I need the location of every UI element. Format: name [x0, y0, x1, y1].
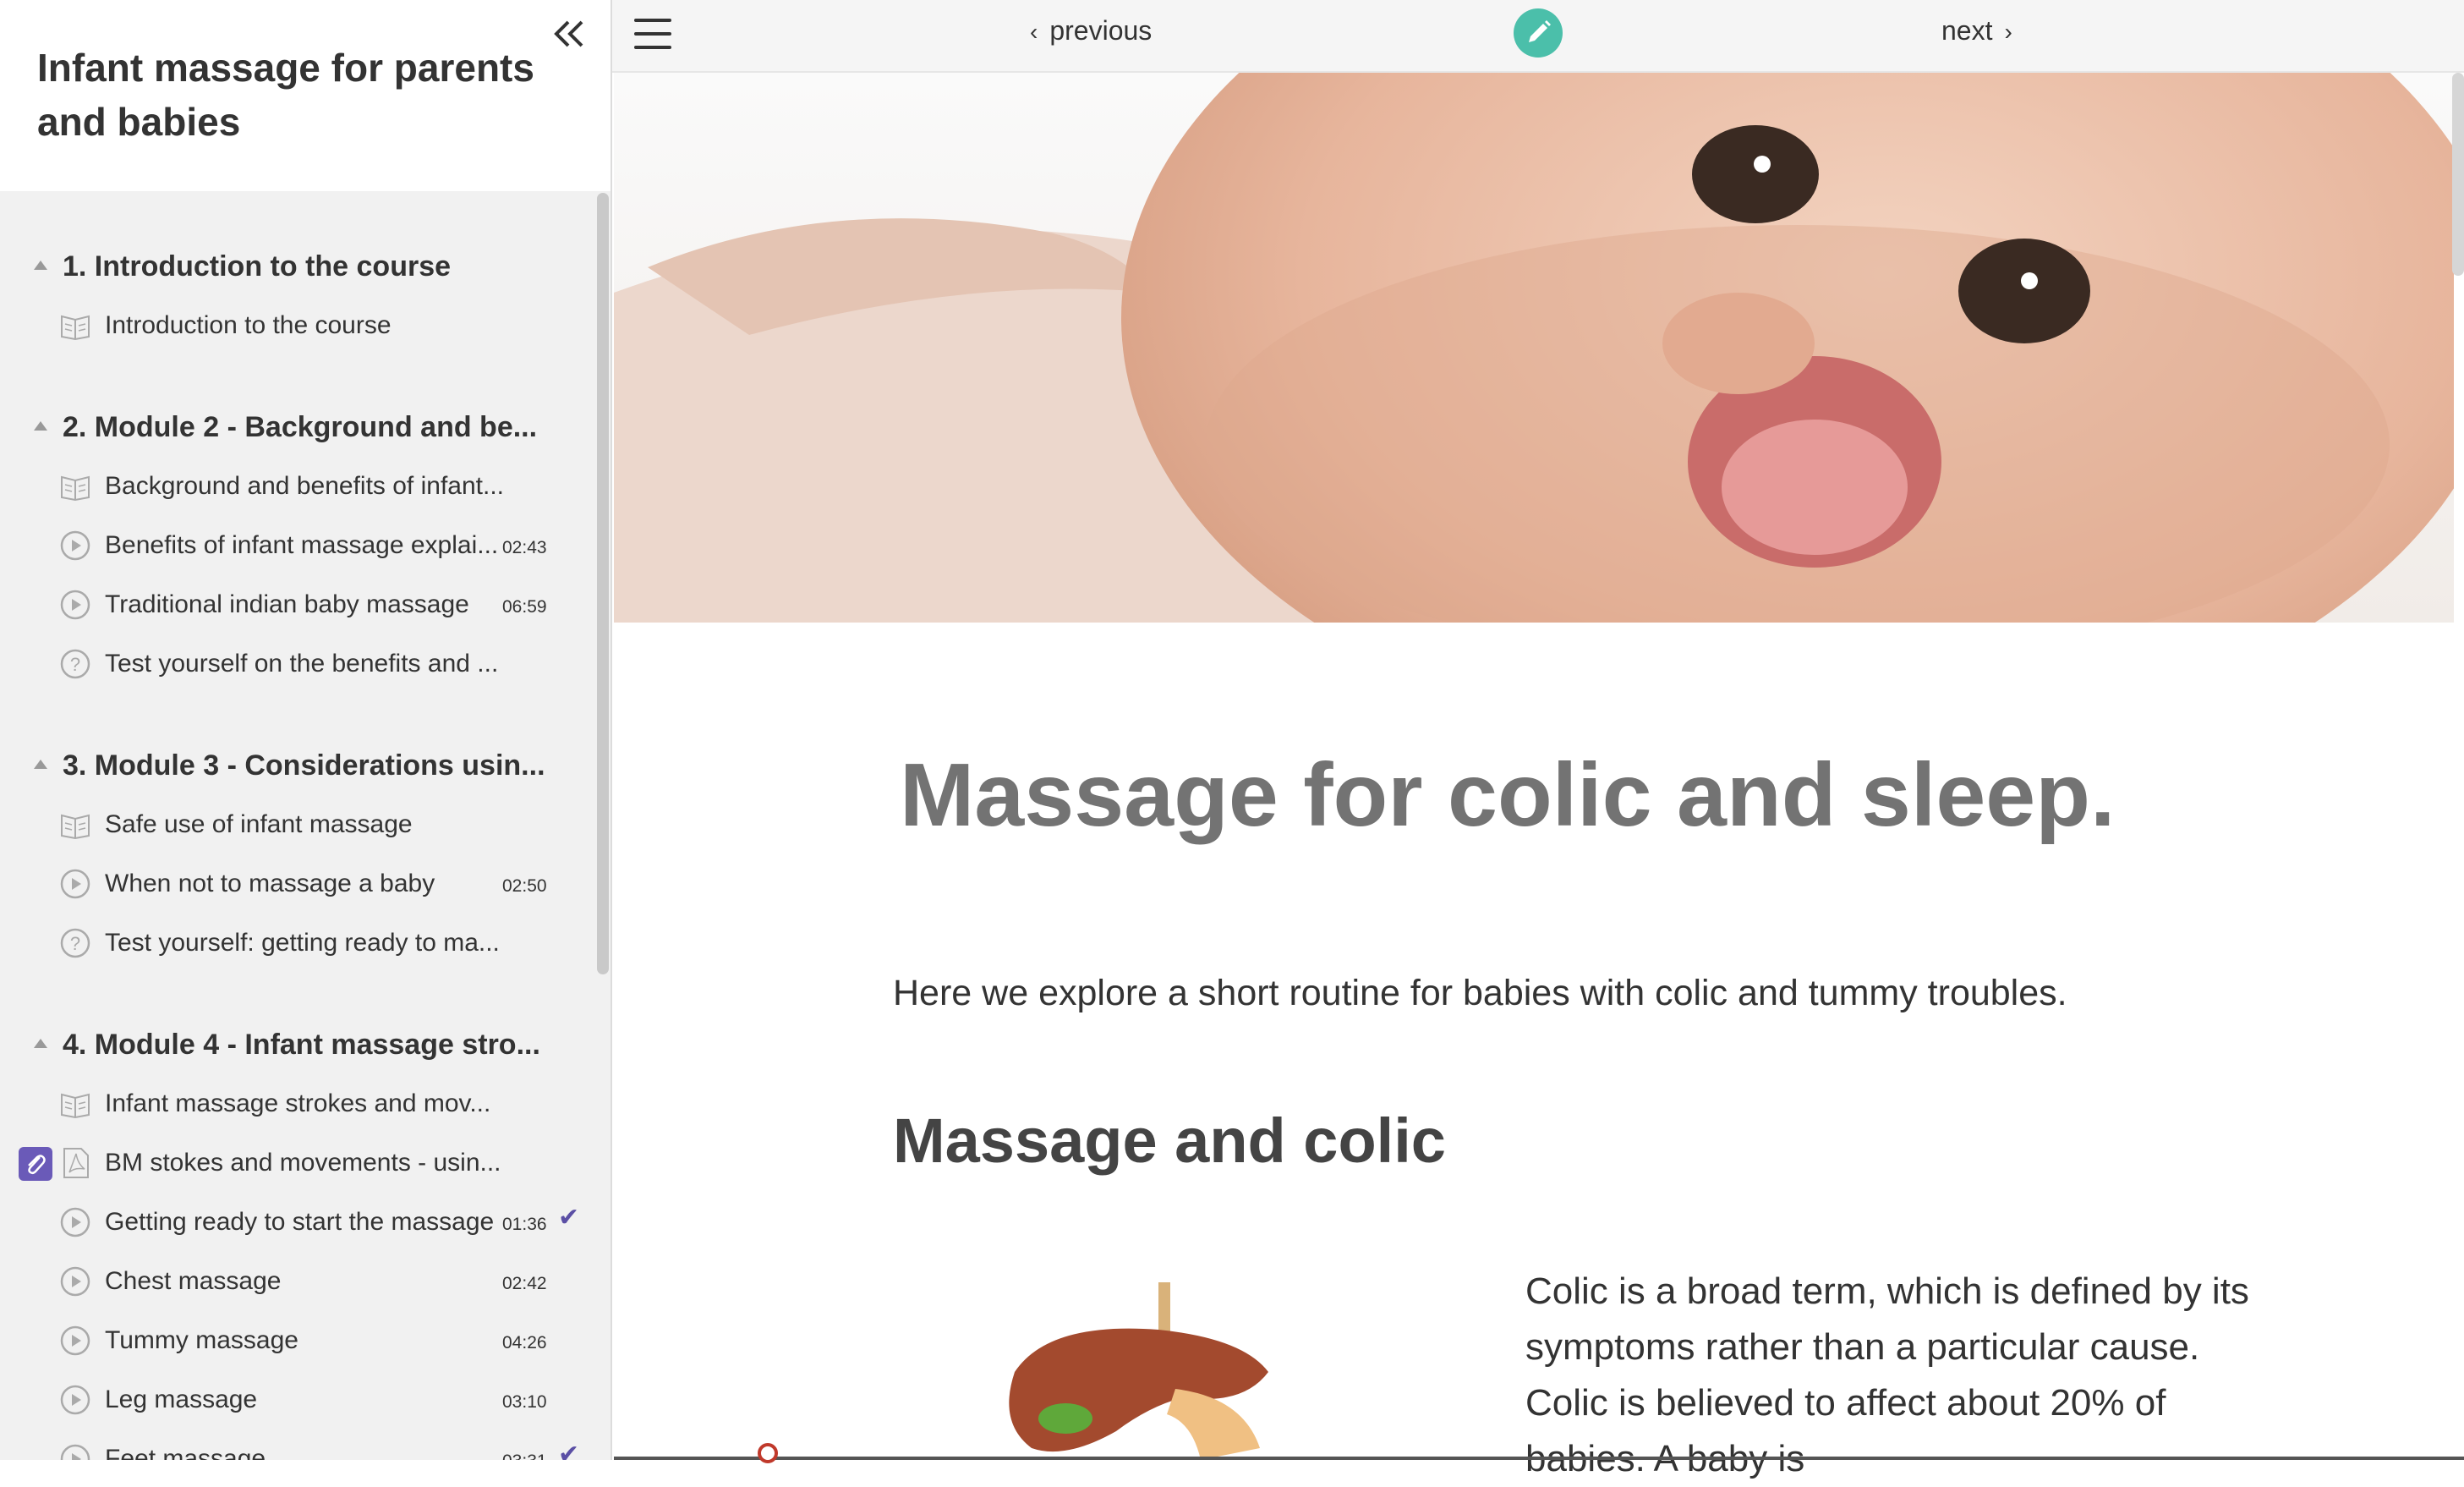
play-icon — [59, 589, 91, 621]
lesson-duration: 06:59 — [502, 597, 547, 617]
collapse-sidebar-icon[interactable] — [551, 15, 589, 52]
lesson-duration: 02:50 — [502, 876, 547, 896]
lesson-item[interactable]: Traditional indian baby massage 06:59 — [0, 575, 597, 634]
lesson-duration: 01:36 — [502, 1215, 547, 1234]
lesson-label: Getting ready to start the massage — [105, 1208, 495, 1236]
play-icon — [59, 1384, 91, 1416]
curriculum-list: 1. Introduction to the course Introductio… — [0, 191, 597, 1460]
collapse-triangle-icon[interactable] — [34, 421, 47, 431]
chevron-right-icon: › — [2004, 19, 2012, 45]
play-icon — [59, 1325, 91, 1357]
completed-check-icon: ✔ — [558, 1440, 580, 1460]
collapse-triangle-icon[interactable] — [34, 261, 47, 270]
lesson-label: Test yourself: getting ready to ma... — [105, 929, 500, 957]
lesson-label: Feet massage — [105, 1445, 266, 1460]
lesson-item[interactable]: Feet massage 03:31 ✔ — [0, 1429, 597, 1460]
attachment-icon[interactable] — [19, 1147, 52, 1181]
book-icon — [59, 809, 91, 841]
lesson-label: Introduction to the course — [105, 311, 392, 339]
previous-button[interactable]: ‹ previous — [1030, 15, 1152, 47]
book-icon — [59, 310, 91, 342]
lesson-item[interactable]: Leg massage 03:10 — [0, 1370, 597, 1429]
video-progress-track[interactable] — [614, 1457, 2464, 1460]
lesson-duration: 04:26 — [502, 1333, 547, 1353]
play-icon — [59, 1206, 91, 1238]
lesson-item[interactable]: Tummy massage 04:26 — [0, 1311, 597, 1370]
play-icon — [59, 868, 91, 900]
section-header[interactable]: 4. Module 4 - Infant massage stro... — [0, 1015, 597, 1074]
page-scrollbar[interactable] — [2452, 73, 2464, 276]
top-navigation-bar: ‹ previous next › — [612, 0, 2464, 73]
section-title: 3. Module 3 - Considerations usin... — [63, 749, 545, 782]
lesson-label: Infant massage strokes and mov... — [105, 1089, 491, 1117]
next-label: next — [1941, 15, 1993, 46]
lesson-item[interactable]: Chest massage 02:42 — [0, 1252, 597, 1311]
lesson-item[interactable]: Background and benefits of infant... — [0, 457, 597, 516]
collapse-triangle-icon[interactable] — [34, 760, 47, 769]
sidebar-header: Infant massage for parents and babies — [0, 0, 611, 191]
lesson-duration: 02:43 — [502, 538, 547, 557]
section-title: 1. Introduction to the course — [63, 250, 452, 283]
lesson-item[interactable]: BM stokes and movements - usin... — [0, 1133, 597, 1193]
sidebar-scrollbar[interactable] — [597, 193, 609, 974]
question-icon: ? — [59, 648, 91, 680]
play-icon — [59, 1265, 91, 1298]
section-title: 4. Module 4 - Infant massage stro... — [63, 1029, 540, 1061]
lesson-label: Leg massage — [105, 1385, 258, 1413]
baby-photo — [614, 73, 2454, 623]
lesson-label: Safe use of infant massage — [105, 810, 413, 838]
course-title: Infant massage for parents and babies — [37, 46, 534, 144]
svg-text:?: ? — [70, 654, 80, 675]
completed-check-icon: ✔ — [558, 1204, 580, 1232]
lesson-item[interactable]: Safe use of infant massage — [0, 795, 597, 854]
lesson-title: Massage for colic and sleep. — [900, 745, 2116, 845]
lesson-duration: 03:31 — [502, 1451, 547, 1460]
lesson-intro: Here we explore a short routine for babi… — [893, 973, 2067, 1013]
edit-button[interactable] — [1514, 8, 1563, 58]
play-icon — [59, 530, 91, 562]
lesson-label: Traditional indian baby massage — [105, 590, 469, 618]
lesson-label: Chest massage — [105, 1267, 282, 1295]
next-button[interactable]: next › — [1941, 15, 2012, 47]
pencil-icon — [1529, 20, 1551, 42]
lesson-label: Benefits of infant massage explai... — [105, 531, 499, 559]
book-icon — [59, 1088, 91, 1120]
section-header[interactable]: 2. Module 2 - Background and be... — [0, 398, 597, 457]
lesson-label: Tummy massage — [105, 1326, 298, 1354]
lesson-duration: 03:10 — [502, 1392, 547, 1412]
lesson-item[interactable]: Benefits of infant massage explai... 02:4… — [0, 516, 597, 575]
lesson-label: Background and benefits of infant... — [105, 472, 504, 500]
question-icon: ? — [59, 927, 91, 959]
lesson-item[interactable]: ? Test yourself: getting ready to ma... — [0, 914, 597, 973]
play-icon — [59, 1443, 91, 1460]
lesson-duration: 02:42 — [502, 1274, 547, 1293]
menu-icon[interactable] — [634, 19, 671, 52]
course-sidebar: Infant massage for parents and babies 1.… — [0, 0, 612, 1460]
svg-text:?: ? — [70, 933, 80, 954]
colic-paragraph: Colic is a broad term, which is defined … — [1525, 1270, 2249, 1479]
digestive-organs-illustration — [1009, 1282, 1268, 1460]
collapse-triangle-icon[interactable] — [34, 1039, 47, 1048]
progress-handle[interactable] — [758, 1443, 778, 1463]
section-header[interactable]: 1. Introduction to the course — [0, 237, 597, 296]
lesson-item[interactable]: When not to massage a baby 02:50 — [0, 854, 597, 914]
pdf-icon — [59, 1147, 91, 1179]
book-icon — [59, 470, 91, 502]
lesson-label: BM stokes and movements - usin... — [105, 1149, 501, 1177]
hero-image-baby — [614, 73, 2454, 623]
section-heading: Massage and colic — [893, 1106, 1446, 1176]
lesson-item[interactable]: Infant massage strokes and mov... — [0, 1074, 597, 1133]
lesson-item[interactable]: ? Test yourself on the benefits and ... — [0, 634, 597, 694]
previous-label: previous — [1049, 15, 1153, 46]
chevron-left-icon: ‹ — [1030, 19, 1038, 45]
section-header[interactable]: 3. Module 3 - Considerations usin... — [0, 736, 597, 795]
section-title: 2. Module 2 - Background and be... — [63, 411, 538, 443]
lesson-label: When not to massage a baby — [105, 870, 435, 897]
lesson-item[interactable]: Getting ready to start the massage 01:36 ✔ — [0, 1193, 597, 1252]
lesson-label: Test yourself on the benefits and ... — [105, 650, 499, 678]
lesson-item[interactable]: Introduction to the course — [0, 296, 597, 355]
